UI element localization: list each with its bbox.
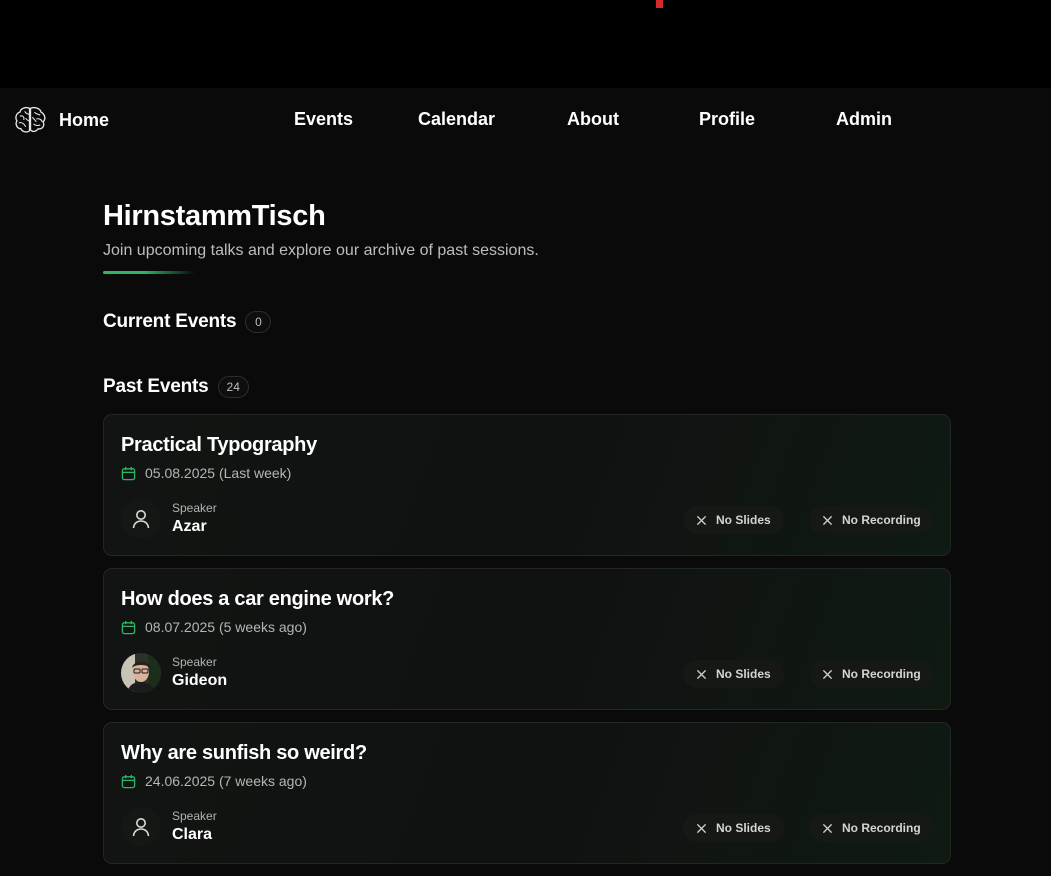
- person-icon: [132, 510, 150, 529]
- brain-logo-icon: [15, 106, 46, 133]
- calendar-icon: [121, 774, 136, 788]
- past-events-count-badge: 24: [217, 376, 249, 398]
- nav-link-events[interactable]: Events: [294, 109, 353, 130]
- event-title: Why are sunfish so weird?: [121, 742, 367, 764]
- event-date: 08.07.2025 (5 weeks ago): [121, 619, 307, 635]
- recording-status-badge: No Recording: [809, 814, 934, 842]
- close-icon: [822, 515, 833, 525]
- main-nav: Home Events Calendar About Profile Admin: [0, 88, 1051, 152]
- event-date: 24.06.2025 (7 weeks ago): [121, 773, 307, 789]
- current-events-count-badge: 0: [245, 311, 272, 333]
- nav-home-label: Home: [59, 109, 110, 130]
- past-events-header: Past Events 24: [103, 376, 249, 398]
- event-date-text: 05.08.2025 (Last week): [145, 465, 292, 481]
- nav-home-link[interactable]: Home: [14, 105, 109, 135]
- slides-status-badge: No Slides: [683, 814, 784, 842]
- recording-status-label: No Recording: [842, 667, 921, 681]
- slides-status-label: No Slides: [716, 821, 771, 835]
- speaker-name: Azar: [172, 518, 207, 535]
- close-icon: [822, 823, 833, 833]
- slides-status-label: No Slides: [716, 667, 771, 681]
- top-marker: [656, 0, 663, 8]
- event-card[interactable]: How does a car engine work? 08.07.2025 (…: [103, 568, 951, 710]
- calendar-icon: [121, 466, 136, 480]
- recording-status-badge: No Recording: [809, 660, 934, 688]
- recording-status-badge: No Recording: [809, 506, 934, 534]
- speaker-caption: Speaker: [172, 655, 217, 669]
- slides-status-badge: No Slides: [683, 660, 784, 688]
- nav-link-admin[interactable]: Admin: [836, 109, 892, 130]
- event-date-text: 24.06.2025 (7 weeks ago): [145, 773, 307, 789]
- speaker-photo: [121, 653, 161, 693]
- event-date: 05.08.2025 (Last week): [121, 465, 291, 481]
- person-icon: [132, 818, 150, 837]
- top-bar: [0, 0, 1051, 88]
- speaker-avatar: [121, 499, 161, 539]
- slides-status-badge: No Slides: [683, 506, 784, 534]
- event-card[interactable]: Why are sunfish so weird? 24.06.2025 (7 …: [103, 722, 951, 864]
- event-card[interactable]: Practical Typography 05.08.2025 (Last we…: [103, 414, 951, 556]
- close-icon: [696, 515, 707, 525]
- speaker-caption: Speaker: [172, 501, 217, 515]
- speaker-avatar: [121, 807, 161, 847]
- nav-link-about[interactable]: About: [567, 109, 619, 130]
- event-title: How does a car engine work?: [121, 588, 395, 610]
- title-underline: [103, 271, 195, 274]
- past-events-title: Past Events: [103, 376, 209, 397]
- speaker-name: Gideon: [172, 672, 228, 689]
- nav-link-calendar[interactable]: Calendar: [418, 109, 495, 130]
- current-events-title: Current Events: [103, 311, 237, 332]
- speaker-name: Clara: [172, 826, 213, 843]
- event-date-text: 08.07.2025 (5 weeks ago): [145, 619, 307, 635]
- current-events-header: Current Events 0: [103, 311, 272, 333]
- close-icon: [696, 669, 707, 679]
- page-title: HirnstammTisch: [103, 200, 326, 232]
- slides-status-label: No Slides: [716, 513, 771, 527]
- page-subtitle: Join upcoming talks and explore our arch…: [103, 242, 539, 259]
- speaker-avatar-photo: [121, 653, 161, 693]
- calendar-icon: [121, 620, 136, 634]
- recording-status-label: No Recording: [842, 513, 921, 527]
- event-title: Practical Typography: [121, 434, 317, 456]
- close-icon: [822, 669, 833, 679]
- close-icon: [696, 823, 707, 833]
- nav-link-profile[interactable]: Profile: [699, 109, 755, 130]
- recording-status-label: No Recording: [842, 821, 921, 835]
- speaker-caption: Speaker: [172, 809, 217, 823]
